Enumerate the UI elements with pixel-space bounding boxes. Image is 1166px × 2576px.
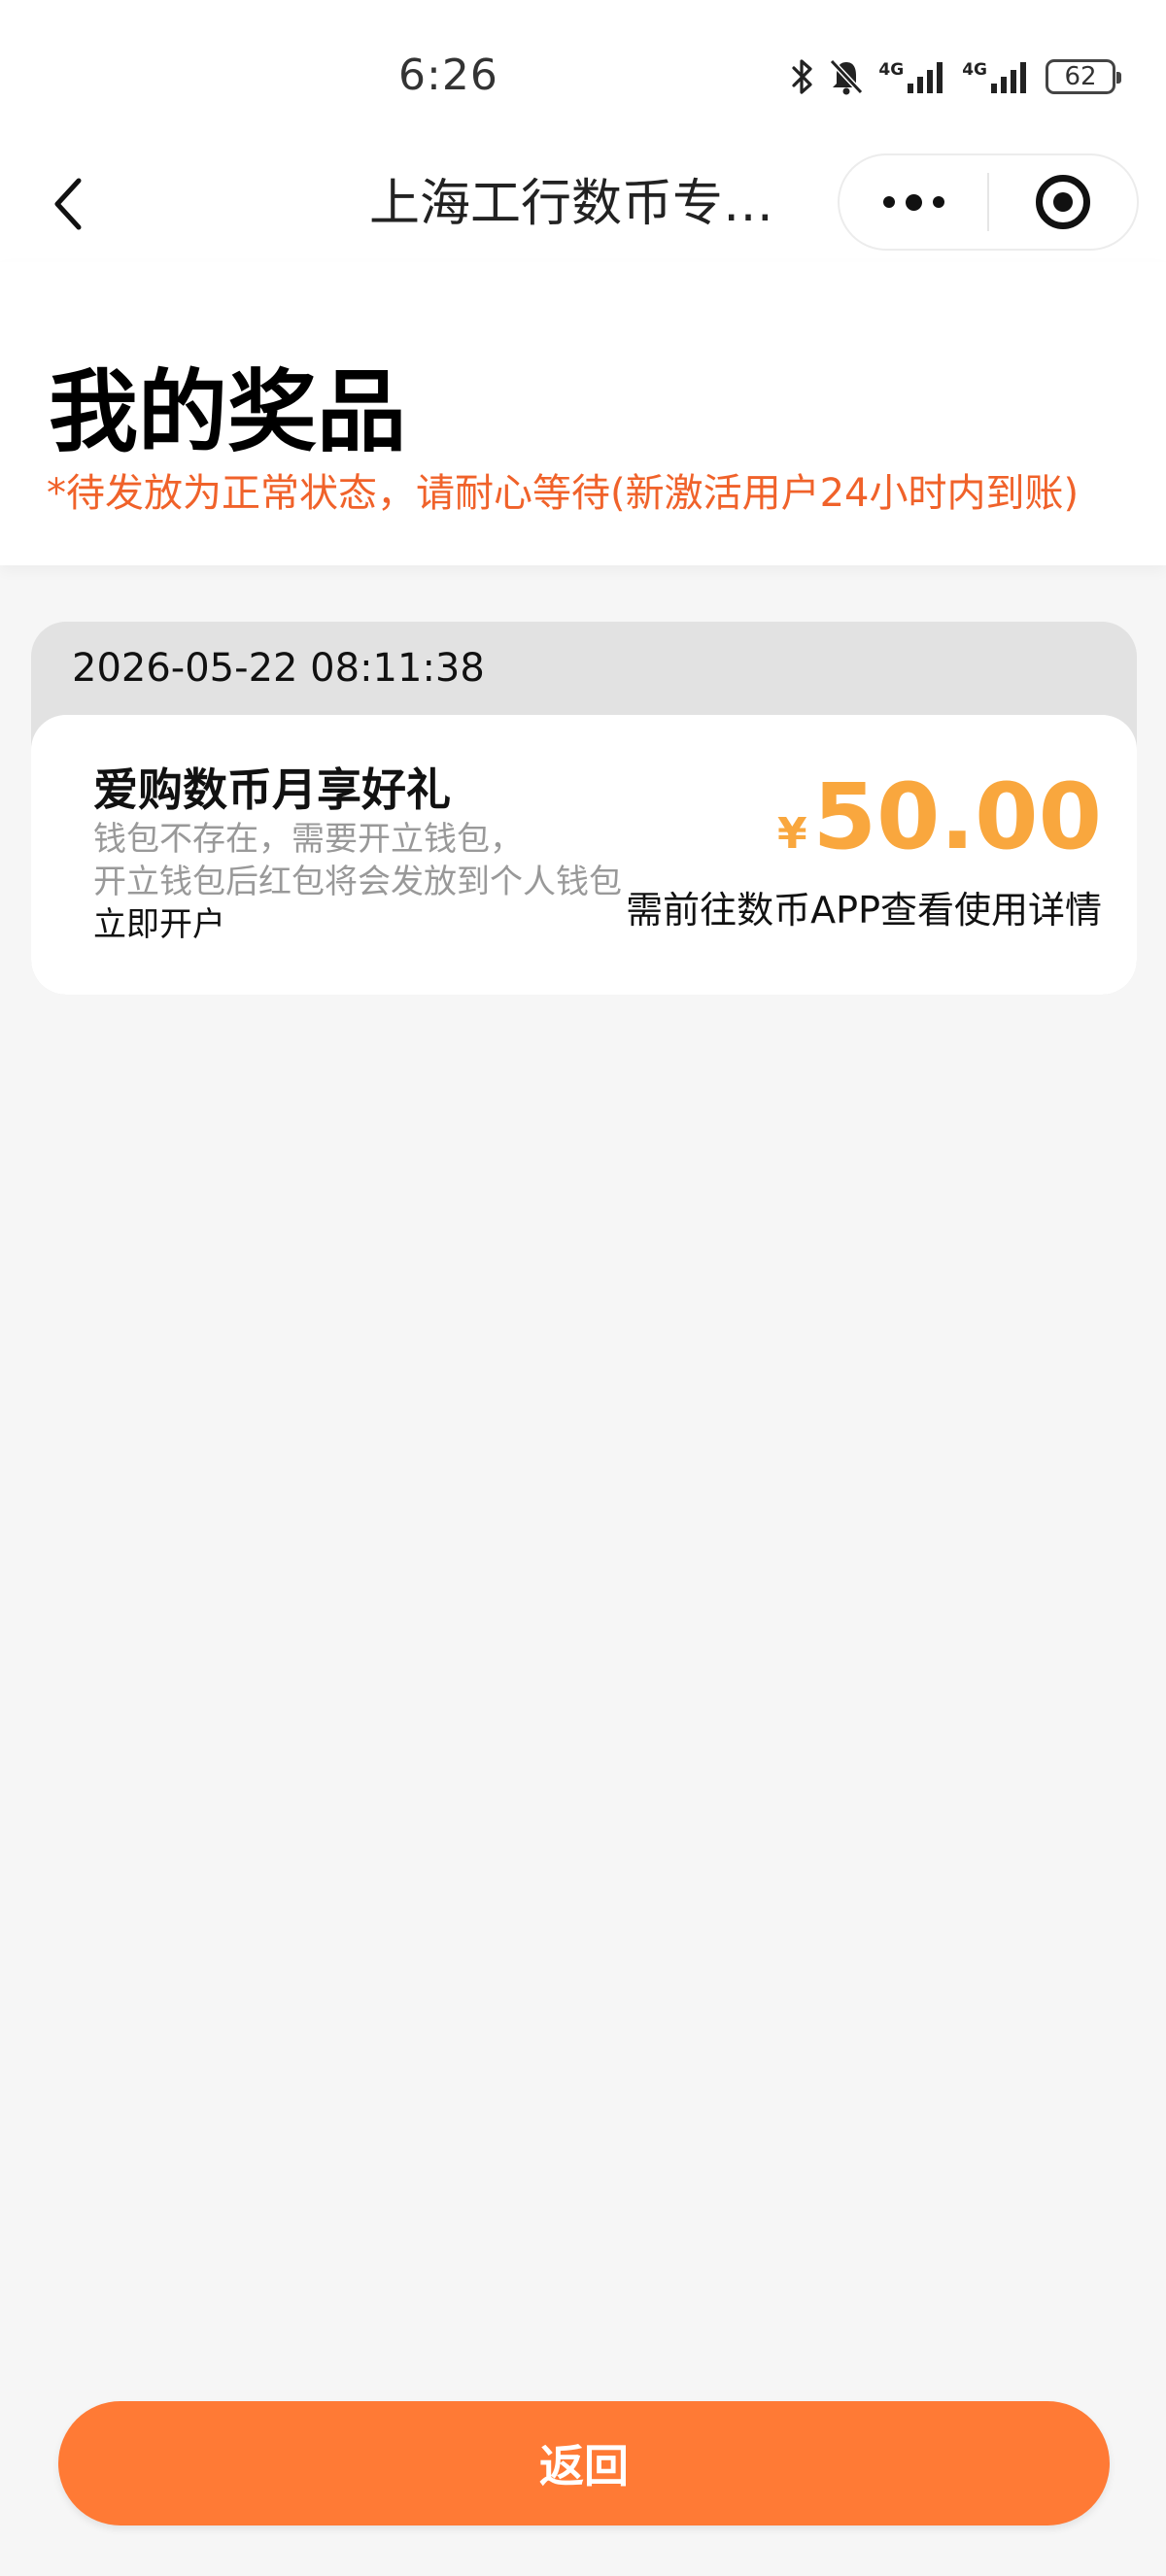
open-account-link[interactable]: 立即开户 [93, 903, 225, 946]
nav-title: 上海工行数币专… [369, 175, 774, 233]
prize-card: 2026-05-22 08:11:38 爱购数币月享好礼 钱包不存在，需要开立钱… [31, 622, 1137, 995]
more-button[interactable] [840, 155, 987, 249]
prize-description-line: 钱包不存在，需要开立钱包， [93, 820, 523, 859]
bell-muted-icon [828, 57, 865, 96]
signal-icon: 4G [962, 58, 1032, 95]
close-mini-program-button[interactable] [989, 155, 1137, 249]
network-label: 4G [962, 60, 987, 80]
nav-bar: 上海工行数币专… [0, 146, 1166, 262]
battery-level: 62 [1064, 62, 1097, 91]
more-dots-icon [882, 193, 944, 211]
mini-program-capsule [838, 153, 1139, 251]
prize-description: 钱包不存在，需要开立钱包， 开立钱包后红包将会发放到个人钱包 [93, 818, 622, 903]
page-header: 我的奖品 *待发放为正常状态，请耐心等待(新激活用户24小时内到账) [0, 262, 1166, 565]
currency-symbol: ¥ [777, 809, 807, 859]
prize-date: 2026-05-22 08:11:38 [72, 646, 485, 691]
page-title: 我的奖品 [49, 360, 407, 464]
network-label: 4G [878, 60, 905, 80]
pending-notice: *待发放为正常状态，请耐心等待(新激活用户24小时内到账) [47, 471, 1080, 516]
back-button[interactable] [39, 175, 97, 233]
amount-value: 50.00 [812, 764, 1102, 870]
usage-note: 需前往数币APP查看使用详情 [626, 889, 1102, 932]
signal-icon: 4G [878, 58, 948, 95]
bluetooth-icon [791, 57, 814, 96]
prize-description-line: 开立钱包后红包将会发放到个人钱包 [93, 863, 622, 901]
prize-amount: ¥ 50.00 [777, 769, 1102, 866]
chevron-left-icon [54, 178, 82, 230]
status-icons: 4G 4G 62 [791, 52, 1121, 101]
battery-icon: 62 [1046, 59, 1121, 94]
prize-card-body: 爱购数币月享好礼 钱包不存在，需要开立钱包， 开立钱包后红包将会发放到个人钱包 … [31, 715, 1137, 995]
return-button[interactable]: 返回 [58, 2401, 1110, 2525]
status-time: 6:26 [398, 51, 498, 100]
target-icon [1036, 175, 1090, 229]
prize-name: 爱购数币月享好礼 [93, 763, 451, 816]
status-bar: 6:26 4G 4G 62 [0, 0, 1166, 146]
